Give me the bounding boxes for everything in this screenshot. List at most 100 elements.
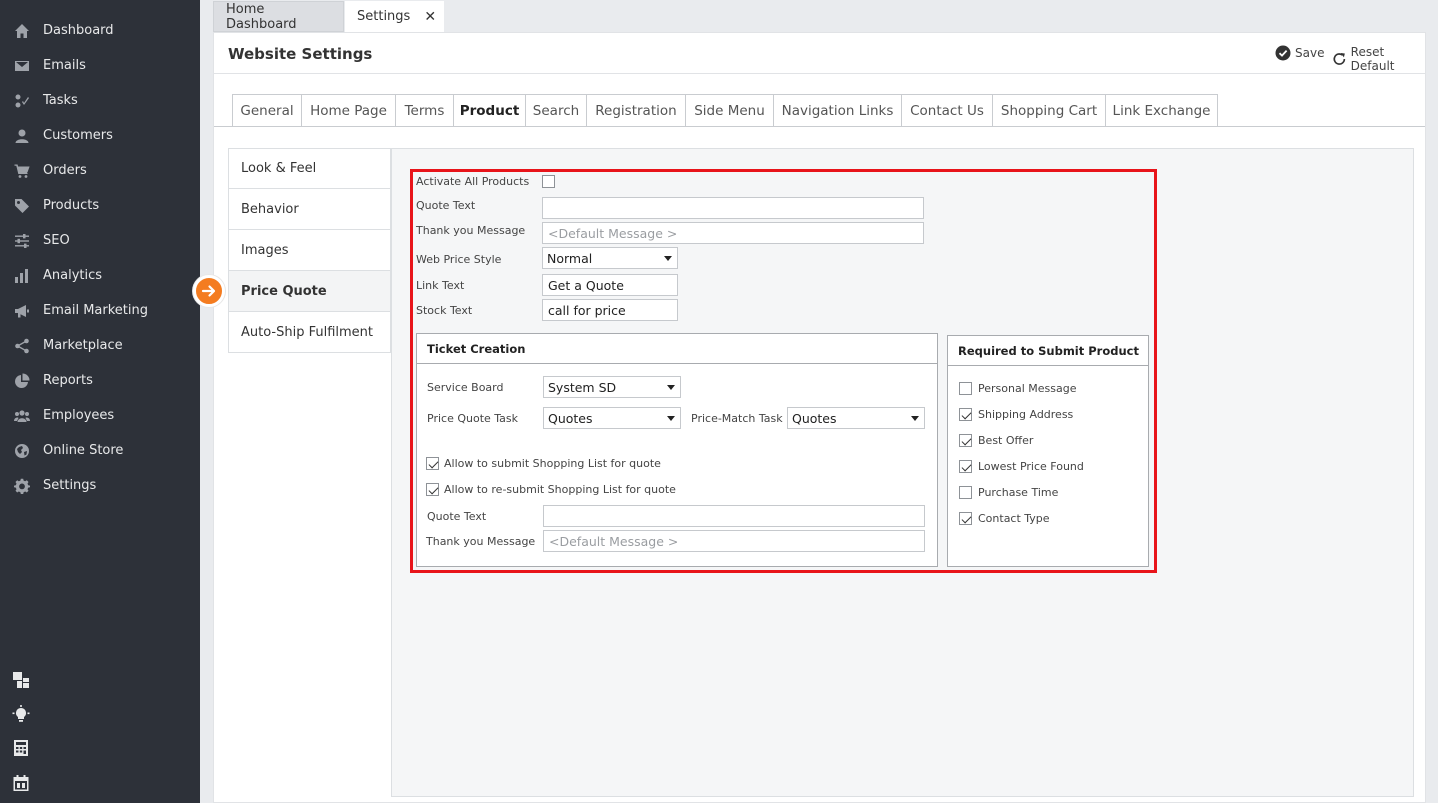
allow-resubmit-label: Allow to re-submit Shopping List for quo… <box>444 483 676 496</box>
submenu-item-behavior[interactable]: Behavior <box>228 189 391 230</box>
tab-registration[interactable]: Registration <box>587 94 686 127</box>
main-panel: Website Settings Save Reset Default Gene… <box>193 32 1426 803</box>
shipping-address-label: Shipping Address <box>978 408 1074 421</box>
tab-home-page[interactable]: Home Page <box>302 94 396 127</box>
ticket-creation-box: Ticket Creation Service Board System SD … <box>416 333 938 567</box>
sidebar-item-emails[interactable]: Emails <box>0 48 200 83</box>
sidebar-item-marketplace[interactable]: Marketplace <box>0 328 200 363</box>
contact-type-checkbox[interactable] <box>959 512 972 525</box>
windows-icon[interactable] <box>12 671 30 689</box>
tab-shopping-cart[interactable]: Shopping Cart <box>993 94 1106 127</box>
tab-product[interactable]: Product <box>454 94 526 127</box>
lowest-price-checkbox[interactable] <box>959 460 972 473</box>
cart-icon <box>12 161 32 181</box>
submenu: Look & Feel Behavior Images Price Quote … <box>228 148 391 353</box>
stock-text-input[interactable]: call for price <box>542 299 678 321</box>
sidebar-item-dashboard[interactable]: Dashboard <box>0 13 200 48</box>
sidebar-item-employees[interactable]: Employees <box>0 398 200 433</box>
sidebar-item-tasks[interactable]: Tasks <box>0 83 200 118</box>
caret-down-icon <box>667 416 675 421</box>
submenu-item-look-feel[interactable]: Look & Feel <box>228 148 391 189</box>
ticket-quote-text-label: Quote Text <box>427 510 487 523</box>
sidebar-item-settings[interactable]: Settings <box>0 468 200 503</box>
tab-terms[interactable]: Terms <box>396 94 454 127</box>
ticket-creation-title: Ticket Creation <box>417 334 937 364</box>
save-button[interactable]: Save <box>1275 45 1324 61</box>
tasks-icon <box>12 91 32 111</box>
price-match-task-select[interactable]: Quotes <box>787 407 925 429</box>
ticket-thank-you-input[interactable]: <Default Message > <box>543 530 925 552</box>
calculator-icon[interactable] <box>12 739 30 757</box>
allow-submit-checkbox[interactable] <box>426 457 439 470</box>
thank-you-input[interactable]: <Default Message > <box>542 222 924 244</box>
user-icon <box>12 126 32 146</box>
personal-message-checkbox[interactable] <box>959 382 972 395</box>
allow-resubmit-checkbox[interactable] <box>426 483 439 496</box>
ticket-thank-you-label: Thank you Message <box>426 535 536 548</box>
service-board-select[interactable]: System SD <box>543 376 681 398</box>
sidebar-item-customers[interactable]: Customers <box>0 118 200 153</box>
sidebar-item-online-store[interactable]: Online Store <box>0 433 200 468</box>
price-quote-task-select[interactable]: Quotes <box>543 407 681 429</box>
sidebar-item-seo[interactable]: SEO <box>0 223 200 258</box>
sidebar-item-products[interactable]: Products <box>0 188 200 223</box>
link-text-input[interactable]: Get a Quote <box>542 274 678 296</box>
gear-icon <box>12 476 32 496</box>
submenu-item-auto-ship[interactable]: Auto-Ship Fulfilment <box>228 312 391 353</box>
select-value: System SD <box>548 379 617 395</box>
lightbulb-icon[interactable] <box>12 705 30 723</box>
purchase-time-label: Purchase Time <box>978 486 1059 499</box>
tabs-divider <box>214 126 1425 127</box>
select-value: Quotes <box>792 410 837 426</box>
content-pane: Activate All Products Quote Text Thank y… <box>391 148 1414 797</box>
price-match-task-label: Price-Match Task <box>691 412 783 425</box>
submenu-label: Price Quote <box>241 283 327 299</box>
tab-side-menu[interactable]: Side Menu <box>686 94 774 127</box>
close-icon[interactable]: ✕ <box>424 9 436 25</box>
tab-label: Search <box>532 102 580 119</box>
shipping-address-checkbox[interactable] <box>959 408 972 421</box>
sidebar-item-orders[interactable]: Orders <box>0 153 200 188</box>
sidebar-item-analytics[interactable]: Analytics <box>0 258 200 293</box>
submenu-label: Behavior <box>241 201 299 217</box>
sidebar-item-label: Online Store <box>43 443 124 458</box>
stock-text-label: Stock Text <box>416 304 473 317</box>
tab-label: Contact Us <box>910 102 984 119</box>
quote-text-input[interactable] <box>542 197 924 219</box>
best-offer-checkbox[interactable] <box>959 434 972 447</box>
header-divider <box>214 73 1425 74</box>
sliders-icon <box>12 231 32 251</box>
doc-tab-home-dashboard[interactable]: Home Dashboard <box>213 1 344 32</box>
home-icon <box>12 21 32 41</box>
submenu-label: Auto-Ship Fulfilment <box>241 324 374 340</box>
tab-search[interactable]: Search <box>526 94 587 127</box>
required-title: Required to Submit Product <box>948 336 1148 366</box>
calendar-icon[interactable] <box>12 774 30 792</box>
activate-all-checkbox[interactable] <box>542 175 555 188</box>
users-icon <box>12 406 32 426</box>
save-label: Save <box>1295 46 1325 60</box>
tab-label: Product <box>459 102 520 119</box>
link-text-label: Link Text <box>416 279 465 292</box>
tab-navigation-links[interactable]: Navigation Links <box>774 94 902 127</box>
tab-general[interactable]: General <box>232 94 302 127</box>
doc-tab-settings[interactable]: Settings ✕ <box>345 1 444 32</box>
sidebar-item-label: Reports <box>43 373 93 388</box>
submenu-item-images[interactable]: Images <box>228 230 391 271</box>
sidebar-item-label: Customers <box>43 128 113 143</box>
sidebar-item-label: Products <box>43 198 100 213</box>
purchase-time-checkbox[interactable] <box>959 486 972 499</box>
sidebar-item-label: Tasks <box>43 93 78 108</box>
tab-link-exchange[interactable]: Link Exchange <box>1106 94 1218 127</box>
web-price-style-select[interactable]: Normal <box>542 247 678 269</box>
allow-submit-label: Allow to submit Shopping List for quote <box>444 457 661 470</box>
submenu-item-price-quote[interactable]: Price Quote <box>228 271 391 312</box>
tab-label: Registration <box>595 102 677 119</box>
tab-contact-us[interactable]: Contact Us <box>902 94 993 127</box>
envelope-icon <box>12 56 32 76</box>
ticket-quote-text-input[interactable] <box>543 505 925 527</box>
sidebar-item-reports[interactable]: Reports <box>0 363 200 398</box>
reset-default-button[interactable]: Reset Default <box>1332 45 1425 73</box>
sidebar-item-email-marketing[interactable]: Email Marketing <box>0 293 200 328</box>
doc-tab-label: Settings <box>357 9 411 24</box>
